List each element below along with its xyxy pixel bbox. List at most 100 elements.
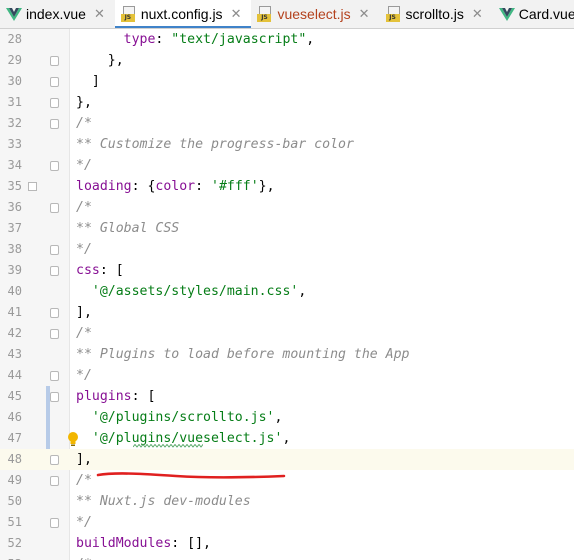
code-text: }, bbox=[76, 50, 124, 71]
close-icon[interactable]: ✕ bbox=[472, 6, 483, 22]
code-line[interactable]: 30 ] bbox=[0, 71, 574, 92]
code-line[interactable]: 31}, bbox=[0, 92, 574, 113]
fold-marker-icon[interactable] bbox=[50, 119, 59, 129]
code-editor[interactable]: 28 type: "text/javascript", 29 }, 30 ] 31},… bbox=[0, 29, 574, 560]
code-line[interactable]: 42 /* bbox=[0, 323, 574, 344]
code-text: */ bbox=[76, 512, 92, 533]
fold-marker-icon[interactable] bbox=[50, 518, 59, 528]
code-token: */ bbox=[76, 515, 92, 530]
code-token: '@/assets/styles/main.css' bbox=[91, 284, 299, 299]
tab-scrollto-js[interactable]: JS scrollto.js ✕ bbox=[380, 0, 493, 28]
code-line[interactable]: 38 */ bbox=[0, 239, 574, 260]
vcs-change-marker[interactable] bbox=[46, 386, 50, 449]
code-text: */ bbox=[76, 239, 92, 260]
breakpoint-slot-icon[interactable] bbox=[28, 182, 37, 191]
line-number: 29 bbox=[7, 53, 22, 67]
code-line[interactable]: 51 */ bbox=[0, 512, 574, 533]
code-text: ** Nuxt.js dev-modules bbox=[76, 491, 251, 512]
line-number: 34 bbox=[7, 158, 22, 172]
code-line[interactable]: 37 ** Global CSS bbox=[0, 218, 574, 239]
code-line[interactable]: 50 ** Nuxt.js dev-modules bbox=[0, 491, 574, 512]
fold-marker-icon[interactable] bbox=[50, 56, 59, 66]
vue-icon bbox=[498, 6, 515, 22]
fold-marker-icon[interactable] bbox=[50, 77, 59, 87]
code-text: ** Customize the progress-bar color bbox=[76, 134, 354, 155]
fold-marker-icon[interactable] bbox=[50, 203, 59, 213]
line-number: 48 bbox=[7, 452, 22, 466]
lightbulb-icon[interactable] bbox=[66, 431, 80, 447]
code-token: buildModules bbox=[76, 536, 172, 551]
line-number: 40 bbox=[7, 284, 22, 298]
code-text: */ bbox=[76, 155, 92, 176]
code-text: buildModules: [], bbox=[76, 533, 211, 554]
fold-marker-icon[interactable] bbox=[50, 266, 59, 276]
code-line[interactable]: 45 plugins: [ bbox=[0, 386, 574, 407]
fold-marker-icon[interactable] bbox=[50, 329, 59, 339]
fold-marker-icon[interactable] bbox=[50, 98, 59, 108]
spellcheck-squiggle bbox=[133, 444, 203, 448]
code-line[interactable]: 28 type: "text/javascript", bbox=[0, 29, 574, 50]
js-file-icon: JS bbox=[120, 6, 137, 22]
fold-marker-icon[interactable] bbox=[50, 392, 59, 402]
code-token: , bbox=[274, 410, 283, 425]
code-token: ** Customize the progress-bar color bbox=[76, 137, 354, 152]
code-text: }, bbox=[76, 92, 92, 113]
code-token: color bbox=[155, 179, 196, 194]
tab-vueselect-js[interactable]: JS vueselect.js ✕ bbox=[251, 0, 379, 28]
code-token: "text/javascript" bbox=[171, 32, 307, 47]
fold-marker-icon[interactable] bbox=[50, 245, 59, 255]
fold-marker-icon[interactable] bbox=[50, 371, 59, 381]
fold-marker-icon[interactable] bbox=[50, 308, 59, 318]
line-number: 44 bbox=[7, 368, 22, 382]
code-line[interactable]: 32 /* bbox=[0, 113, 574, 134]
tab-card-vue[interactable]: Card.vue ✕ bbox=[493, 0, 574, 28]
line-number: 47 bbox=[7, 431, 22, 445]
code-line[interactable]: 33 ** Customize the progress-bar color bbox=[0, 134, 574, 155]
code-token: ], bbox=[76, 452, 92, 467]
code-line[interactable]: 36 /* bbox=[0, 197, 574, 218]
tab-index-vue[interactable]: index.vue ✕ bbox=[0, 0, 115, 28]
code-text: /* bbox=[76, 323, 92, 344]
code-text: /* bbox=[76, 113, 92, 134]
line-number: 43 bbox=[7, 347, 22, 361]
code-token: ** Global CSS bbox=[76, 221, 180, 236]
code-line[interactable]: 41], bbox=[0, 302, 574, 323]
tab-nuxt-config-js[interactable]: JS nuxt.config.js ✕ bbox=[114, 0, 252, 28]
code-line[interactable]: 47 '@/plugins/vueselect.js', bbox=[0, 428, 574, 449]
code-line[interactable]: 39 css: [ bbox=[0, 260, 574, 281]
line-number: 32 bbox=[7, 116, 22, 130]
fold-marker-icon[interactable] bbox=[50, 455, 59, 465]
code-text: plugins: [ bbox=[76, 386, 155, 407]
tab-label: nuxt.config.js bbox=[140, 6, 223, 22]
fold-marker-icon[interactable] bbox=[50, 161, 59, 171]
tab-label: scrollto.js bbox=[405, 6, 464, 22]
code-line[interactable]: 53 /* bbox=[0, 554, 574, 560]
line-number: 42 bbox=[7, 326, 22, 340]
code-line[interactable]: 40 '@/assets/styles/main.css', bbox=[0, 281, 574, 302]
code-token: loading bbox=[76, 179, 132, 194]
code-token: /* bbox=[76, 326, 92, 341]
close-icon[interactable]: ✕ bbox=[94, 6, 105, 22]
line-number: 49 bbox=[7, 473, 22, 487]
code-line[interactable]: 35 loading: {color: '#fff'}, bbox=[0, 176, 574, 197]
code-line[interactable]: 52 buildModules: [], bbox=[0, 533, 574, 554]
line-number: 31 bbox=[7, 95, 22, 109]
code-text: ], bbox=[76, 302, 92, 323]
fold-marker-icon[interactable] bbox=[50, 476, 59, 486]
code-text: ] bbox=[76, 71, 100, 92]
code-line[interactable]: 43 ** Plugins to load before mounting the… bbox=[0, 344, 574, 365]
code-line[interactable]: 44 */ bbox=[0, 365, 574, 386]
code-line[interactable]: 46 '@/plugins/scrollto.js', bbox=[0, 407, 574, 428]
code-line[interactable]: 34 */ bbox=[0, 155, 574, 176]
code-line[interactable]: 49 /* bbox=[0, 470, 574, 491]
code-token: : bbox=[195, 179, 211, 194]
close-icon[interactable]: ✕ bbox=[359, 6, 370, 22]
line-number: 41 bbox=[7, 305, 22, 319]
code-token: : [ bbox=[99, 263, 124, 278]
code-token: */ bbox=[76, 158, 92, 173]
close-icon[interactable]: ✕ bbox=[231, 6, 242, 22]
code-line[interactable]: 48], bbox=[0, 449, 574, 470]
code-line[interactable]: 29 }, bbox=[0, 50, 574, 71]
